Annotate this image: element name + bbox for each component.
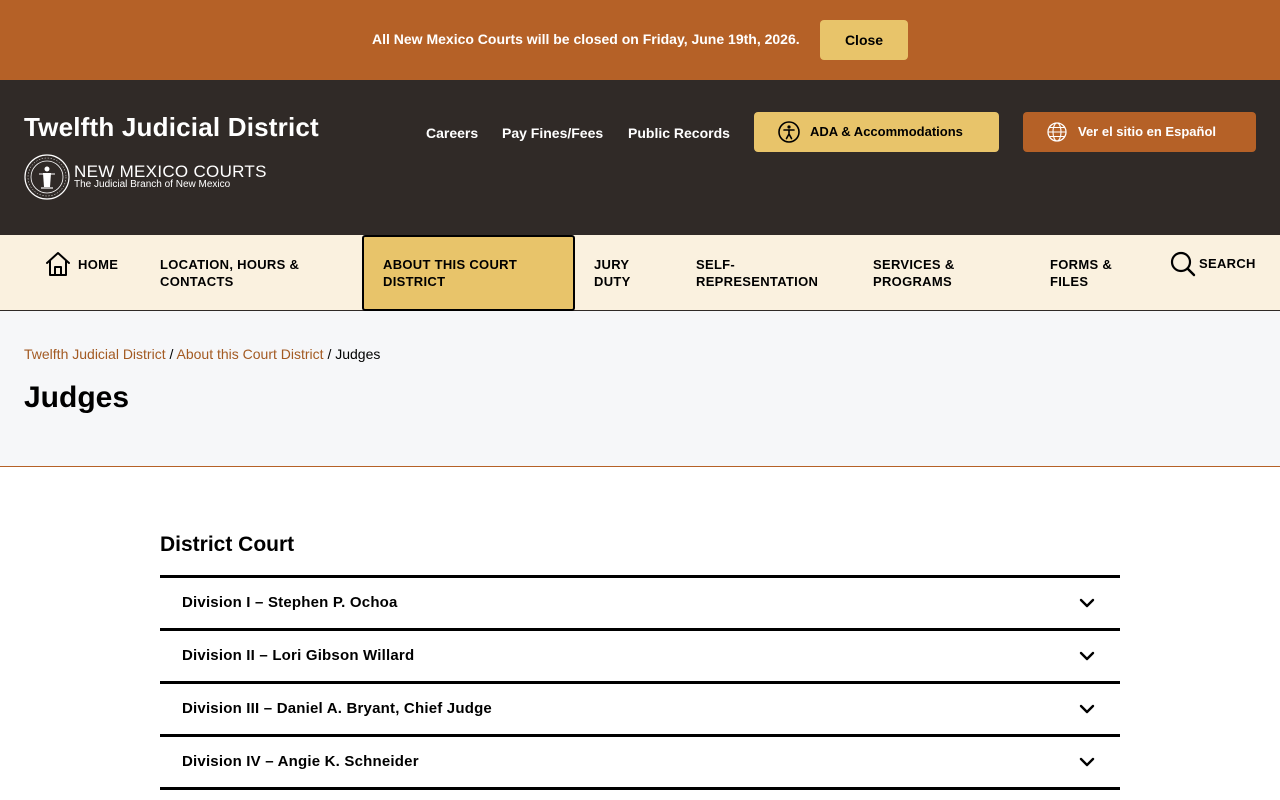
- nav-about-label: ABOUT THIS COURT DISTRICT: [383, 257, 518, 289]
- nav-jury-duty[interactable]: JURY DUTY: [584, 235, 674, 310]
- careers-link[interactable]: Careers: [426, 125, 478, 141]
- main-nav: HOME LOCATION, HOURS & CONTACTS ABOUT TH…: [0, 235, 1280, 311]
- breadcrumb-home-link[interactable]: Twelfth Judicial District: [24, 346, 166, 362]
- pay-fines-link[interactable]: Pay Fines/Fees: [502, 125, 603, 141]
- globe-icon: [1047, 122, 1067, 142]
- accessibility-icon: [778, 121, 800, 143]
- nav-forms-files[interactable]: FORMS & FILES: [1040, 235, 1150, 310]
- ada-button-label: ADA & Accommodations: [810, 124, 963, 139]
- judges-accordion: Division I – Stephen P. Ochoa Division I…: [160, 575, 1120, 790]
- court-seal-icon: [24, 154, 70, 200]
- nav-self-representation[interactable]: SELF-REPRESENTATION: [686, 235, 856, 310]
- page-header: Twelfth Judicial District / About this C…: [0, 311, 1280, 467]
- logo-tagline: The Judicial Branch of New Mexico: [74, 179, 231, 190]
- chevron-down-icon: [1079, 757, 1095, 767]
- accordion-item-label: Division II – Lori Gibson Willard: [182, 647, 415, 664]
- breadcrumb: Twelfth Judicial District / About this C…: [24, 346, 380, 362]
- nav-jury-label: JURY DUTY: [594, 257, 631, 289]
- spanish-button-label: Ver el sitio en Español: [1078, 124, 1216, 139]
- breadcrumb-separator: /: [169, 346, 177, 362]
- site-header: Twelfth Judicial District NEW MEXICO COU…: [0, 80, 1280, 235]
- public-records-link[interactable]: Public Records: [628, 125, 730, 141]
- nm-courts-logo[interactable]: NEW MEXICO COURTS The Judicial Branch of…: [24, 154, 284, 204]
- accordion-item[interactable]: Division III – Daniel A. Bryant, Chief J…: [160, 681, 1120, 734]
- alert-message: All New Mexico Courts will be closed on …: [372, 31, 800, 47]
- accordion-item[interactable]: Division II – Lori Gibson Willard: [160, 628, 1120, 681]
- chevron-down-icon: [1079, 704, 1095, 714]
- section-title: District Court: [160, 533, 295, 556]
- search-icon: [1170, 251, 1196, 277]
- accordion-item[interactable]: Division IV – Angie K. Schneider: [160, 734, 1120, 790]
- nav-search-label: SEARCH: [1199, 256, 1256, 271]
- breadcrumb-current: Judges: [335, 346, 381, 362]
- accordion-item-label: Division I – Stephen P. Ochoa: [182, 594, 398, 611]
- chevron-down-icon: [1079, 651, 1095, 661]
- nav-services-label: SERVICES & PROGRAMS: [873, 257, 955, 289]
- accordion-item-label: Division III – Daniel A. Bryant, Chief J…: [182, 700, 492, 717]
- closure-alert-banner: All New Mexico Courts will be closed on …: [0, 0, 1280, 80]
- spanish-site-button[interactable]: Ver el sitio en Español: [1023, 112, 1256, 152]
- home-icon: [46, 252, 70, 276]
- nav-services-programs[interactable]: SERVICES & PROGRAMS: [863, 235, 1023, 310]
- nav-location-hours-contacts[interactable]: LOCATION, HOURS & CONTACTS: [150, 235, 350, 310]
- nav-home-label: HOME: [78, 257, 119, 272]
- ada-accommodations-button[interactable]: ADA & Accommodations: [754, 112, 999, 152]
- nav-location-label: LOCATION, HOURS & CONTACTS: [160, 257, 300, 289]
- nav-self-rep-label: SELF-REPRESENTATION: [696, 257, 819, 289]
- accordion-item-label: Division IV – Angie K. Schneider: [182, 753, 419, 770]
- nav-forms-label: FORMS & FILES: [1050, 257, 1113, 289]
- breadcrumb-about-link[interactable]: About this Court District: [177, 346, 324, 362]
- chevron-down-icon: [1079, 598, 1095, 608]
- alert-close-button[interactable]: Close: [820, 20, 908, 60]
- accordion-item[interactable]: Division I – Stephen P. Ochoa: [160, 575, 1120, 628]
- site-title[interactable]: Twelfth Judicial District: [24, 112, 319, 143]
- nav-about-court-district[interactable]: ABOUT THIS COURT DISTRICT: [362, 235, 575, 311]
- page-title: Judges: [24, 381, 130, 414]
